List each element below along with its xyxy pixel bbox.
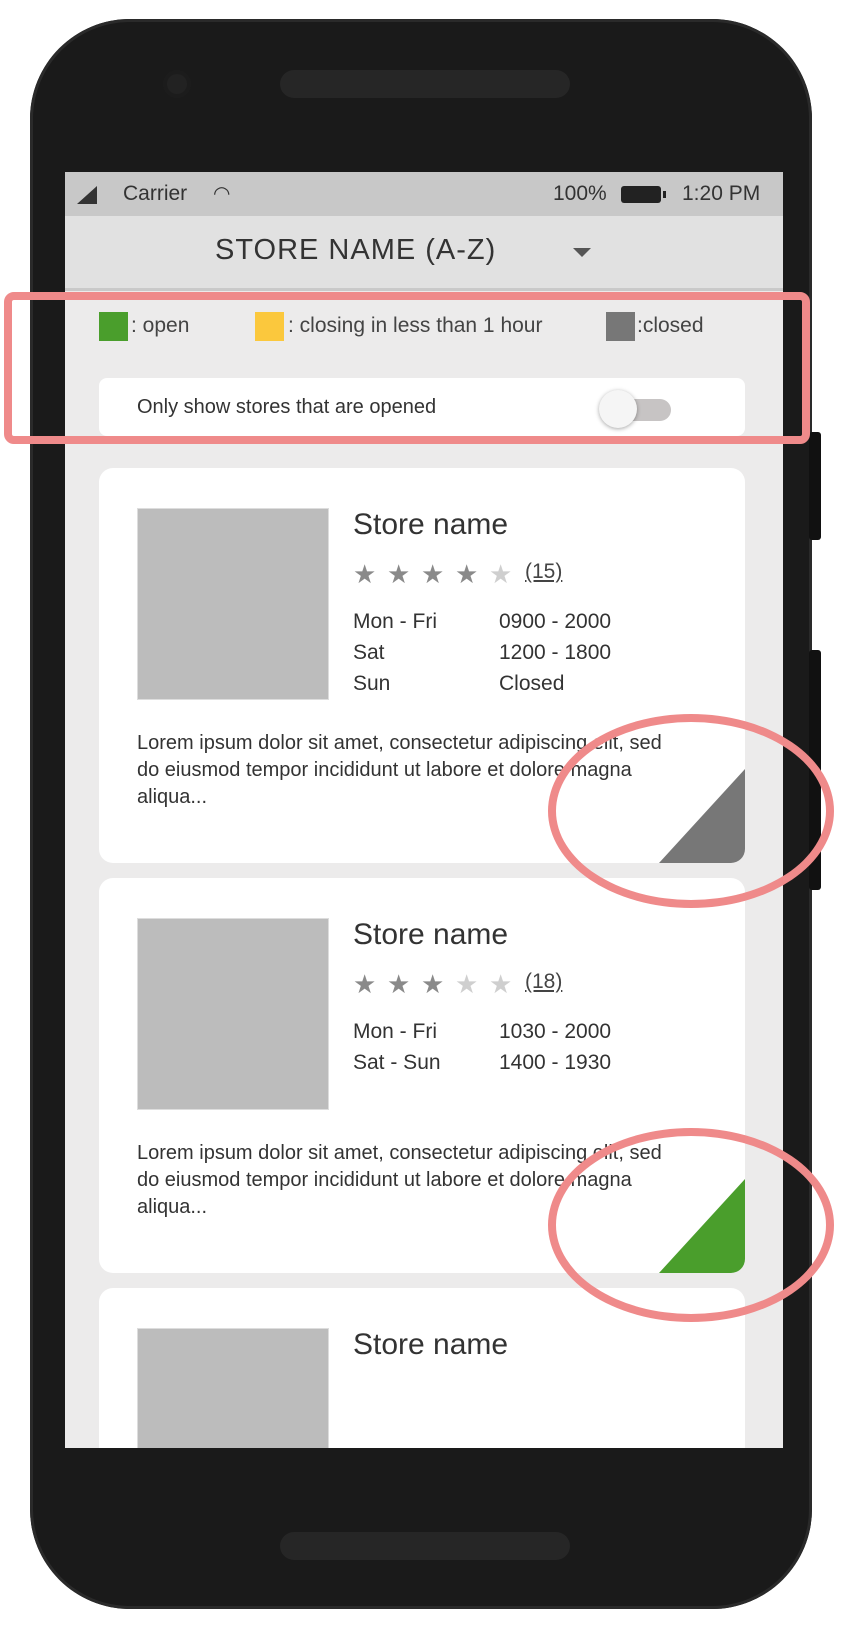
hours-row: Sat - Sun 1400 - 1930 — [353, 1051, 611, 1082]
status-time: 1:20 PM — [682, 182, 761, 205]
hours-time: 1200 - 1800 — [499, 641, 612, 664]
sort-label: STORE NAME (A-Z) — [215, 234, 497, 266]
hours-row: Sat 1200 - 1800 — [353, 641, 611, 672]
carrier-label: Carrier — [123, 182, 188, 205]
chevron-down-icon — [573, 248, 591, 257]
hours-day: Sat — [353, 641, 385, 664]
store-name: Store name — [353, 918, 509, 951]
hours-day: Mon - Fri — [353, 1020, 437, 1043]
star-icon: ★ — [387, 559, 411, 589]
front-camera — [163, 70, 191, 98]
opening-hours: Mon - Fri 1030 - 2000 Sat - Sun 1400 - 193… — [353, 1020, 611, 1082]
star-icon: ★ — [455, 969, 479, 999]
wifi-icon: ◠ — [213, 183, 231, 205]
earpiece-speaker — [280, 70, 570, 98]
review-count-link[interactable]: (18) — [525, 970, 562, 994]
opening-hours: Mon - Fri 0900 - 2000 Sat 1200 - 1800 Sun C… — [353, 610, 611, 703]
store-image — [137, 918, 329, 1110]
power-button — [809, 432, 821, 540]
rating-stars: ★ ★ ★ ★ ★ — [353, 970, 523, 998]
star-icon: ★ — [353, 969, 377, 999]
star-icon: ★ — [455, 559, 479, 589]
signal-icon — [77, 186, 97, 204]
bottom-speaker — [280, 1532, 570, 1560]
hours-time: 1400 - 1930 — [499, 1051, 612, 1074]
battery-percent: 100% — [553, 182, 607, 205]
hours-time: 0900 - 2000 — [499, 610, 612, 633]
star-icon: ★ — [421, 969, 445, 999]
star-icon: ★ — [421, 559, 445, 589]
hours-row: Mon - Fri 1030 - 2000 — [353, 1020, 611, 1051]
sort-dropdown[interactable]: STORE NAME (A-Z) — [65, 216, 783, 291]
hours-time: Closed — [499, 672, 565, 695]
hours-day: Mon - Fri — [353, 610, 437, 633]
hours-time: 1030 - 2000 — [499, 1020, 612, 1043]
store-image — [137, 1328, 329, 1448]
hours-day: Sat - Sun — [353, 1051, 441, 1074]
annotation-highlight-legend — [4, 292, 810, 444]
store-image — [137, 508, 329, 700]
review-count-link[interactable]: (15) — [525, 560, 562, 584]
star-icon: ★ — [489, 559, 513, 589]
star-icon: ★ — [387, 969, 411, 999]
star-icon: ★ — [489, 969, 513, 999]
hours-day: Sun — [353, 672, 391, 695]
status-bar: Carrier ◠ 100% 1:20 PM — [65, 172, 783, 216]
store-name: Store name — [353, 508, 509, 541]
rating-stars: ★ ★ ★ ★ ★ — [353, 560, 523, 588]
battery-icon — [621, 186, 666, 203]
star-icon: ★ — [353, 559, 377, 589]
store-name: Store name — [353, 1328, 509, 1361]
annotation-circle-open-corner — [548, 1128, 834, 1322]
hours-row: Sun Closed — [353, 672, 611, 703]
hours-row: Mon - Fri 0900 - 2000 — [353, 610, 611, 641]
annotation-circle-closed-corner — [548, 714, 834, 908]
